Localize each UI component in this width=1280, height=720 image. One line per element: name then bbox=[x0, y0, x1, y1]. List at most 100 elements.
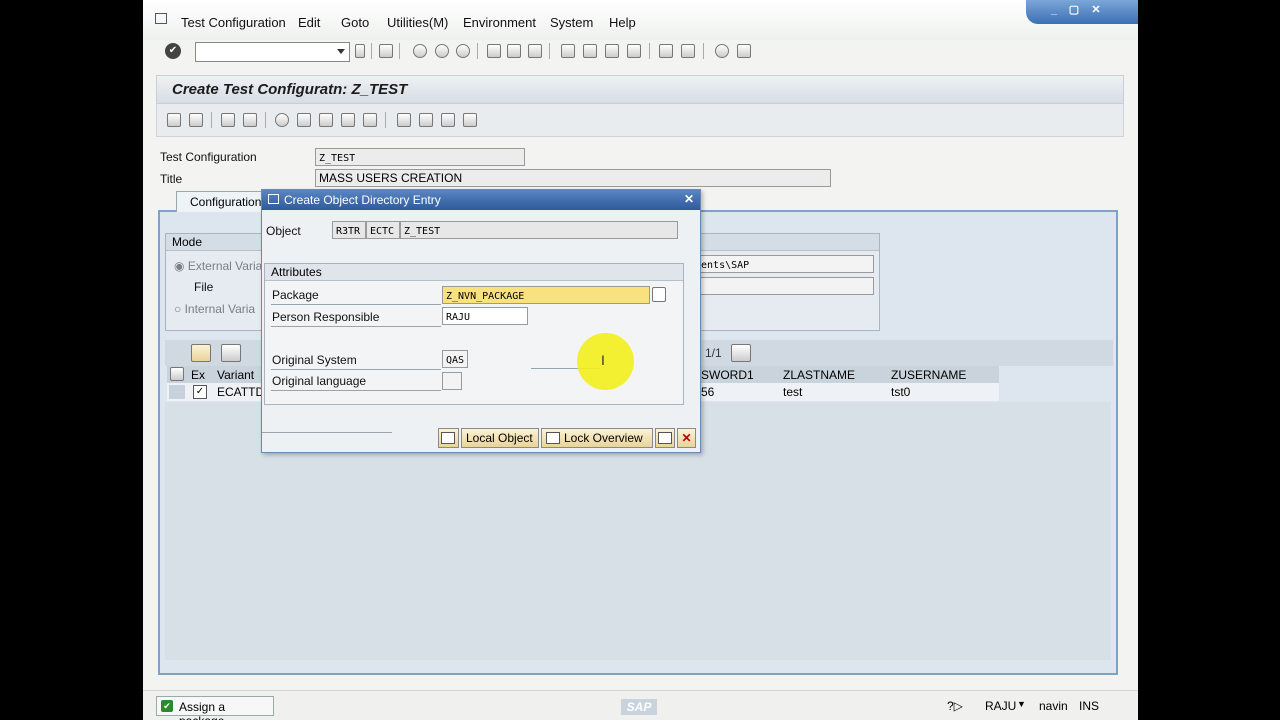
original-language-label: Original language bbox=[272, 374, 367, 388]
lock-overview-button[interactable]: Lock Overview bbox=[541, 428, 653, 448]
object-label: Object bbox=[266, 224, 301, 238]
refresh-icon[interactable] bbox=[221, 344, 241, 362]
back-arrow-icon[interactable] bbox=[355, 44, 365, 58]
switch-display-change-icon[interactable] bbox=[189, 113, 203, 127]
find-next-icon[interactable] bbox=[528, 44, 542, 58]
cell-sword1[interactable]: 56 bbox=[701, 385, 714, 399]
original-system-label: Original System bbox=[272, 353, 357, 367]
save-icon[interactable] bbox=[379, 44, 393, 58]
toolbar-separator bbox=[649, 43, 650, 59]
col-header-ex: Ex bbox=[191, 368, 206, 382]
menu-utilities[interactable]: Utilities(M) bbox=[387, 15, 448, 30]
edit-icon[interactable] bbox=[221, 113, 235, 127]
person-responsible-label: Person Responsible bbox=[272, 310, 380, 324]
previous-page-icon[interactable] bbox=[583, 44, 597, 58]
cell-zusername[interactable]: tst0 bbox=[891, 385, 910, 399]
first-page-icon[interactable] bbox=[561, 44, 575, 58]
title-field[interactable]: MASS USERS CREATION bbox=[315, 169, 831, 187]
toolbar-separator bbox=[703, 43, 704, 59]
copy-icon[interactable] bbox=[243, 113, 257, 127]
save-button[interactable] bbox=[438, 428, 459, 448]
status-message[interactable]: ✔ Assign a package bbox=[156, 696, 274, 720]
toolbar-separator bbox=[265, 112, 266, 128]
col-header-sword1: SWORD1 bbox=[701, 368, 754, 382]
menu-goto[interactable]: Goto bbox=[341, 15, 369, 30]
menu-environment[interactable]: Environment bbox=[463, 15, 536, 30]
execute-icon[interactable] bbox=[275, 113, 289, 127]
toolbar-separator bbox=[399, 43, 400, 59]
path-field-2[interactable] bbox=[691, 277, 874, 295]
system-info-icon[interactable]: ?▷ bbox=[947, 699, 963, 713]
enter-check-icon[interactable]: ✔ bbox=[165, 43, 181, 59]
col-header-variant: Variant bbox=[217, 368, 255, 382]
menu-system[interactable]: System bbox=[550, 15, 593, 30]
display-object-button[interactable] bbox=[655, 428, 675, 448]
object-name-field: Z_TEST bbox=[400, 221, 678, 239]
dropdown-arrow-icon[interactable] bbox=[337, 49, 345, 54]
object-type-field: ECTC bbox=[366, 221, 400, 239]
variant-icon[interactable] bbox=[341, 113, 355, 127]
status-dropdown-icon[interactable]: ▼ bbox=[1017, 699, 1026, 709]
minimize-icon[interactable]: _ bbox=[1046, 3, 1062, 17]
last-page-icon[interactable] bbox=[627, 44, 641, 58]
restore-icon[interactable]: ▢ bbox=[1066, 3, 1082, 17]
menu-edit[interactable]: Edit bbox=[298, 15, 320, 30]
help-icon[interactable] bbox=[715, 44, 729, 58]
menu-bar: Test Configuration Edit Goto Utilities(M… bbox=[143, 0, 1138, 40]
title-area: Create Test Configuratn: Z_TEST bbox=[156, 75, 1124, 104]
where-used-icon[interactable] bbox=[319, 113, 333, 127]
toolbar-separator bbox=[477, 43, 478, 59]
print-icon[interactable] bbox=[487, 44, 501, 58]
dialog-title-bar: Create Object Directory Entry ✕ bbox=[262, 190, 700, 210]
row-checkbox[interactable]: ✓ bbox=[193, 385, 207, 399]
next-page-arrow-icon[interactable] bbox=[731, 344, 751, 362]
create-session-icon[interactable] bbox=[659, 44, 673, 58]
layout-menu-icon[interactable] bbox=[737, 44, 751, 58]
row-selector[interactable] bbox=[169, 385, 185, 399]
underline bbox=[271, 369, 441, 370]
file-label: File bbox=[194, 280, 214, 294]
person-responsible-field[interactable]: RAJU bbox=[442, 307, 528, 325]
command-field[interactable] bbox=[195, 42, 350, 62]
path-field[interactable]: ments\SAP bbox=[691, 255, 874, 273]
external-variant-radio[interactable]: ◉ External Varia bbox=[174, 259, 262, 273]
tools-icon[interactable] bbox=[191, 344, 211, 362]
title-label: Title bbox=[160, 172, 183, 186]
package-create-icon[interactable] bbox=[652, 287, 666, 302]
exit-icon[interactable] bbox=[435, 44, 449, 58]
cancel-icon[interactable] bbox=[456, 44, 470, 58]
local-object-button[interactable]: Local Object bbox=[461, 428, 539, 448]
dialog-icon bbox=[268, 194, 279, 204]
navigate-icon[interactable] bbox=[363, 113, 377, 127]
page-counter: 1/1 bbox=[705, 346, 722, 360]
cancel-button[interactable]: ✕ bbox=[677, 428, 696, 448]
test-configuration-field[interactable]: Z_TEST bbox=[315, 148, 525, 166]
hierarchy-icon[interactable] bbox=[397, 113, 411, 127]
close-icon[interactable]: ✕ bbox=[1088, 3, 1104, 17]
next-page-icon[interactable] bbox=[605, 44, 619, 58]
page-title: Create Test Configuratn: Z_TEST bbox=[172, 81, 408, 98]
display-icon[interactable] bbox=[419, 113, 433, 127]
menu-help[interactable]: Help bbox=[609, 15, 636, 30]
shortcut-icon[interactable] bbox=[681, 44, 695, 58]
original-language-field[interactable] bbox=[442, 372, 462, 390]
menu-test-configuration[interactable]: Test Configuration bbox=[181, 15, 286, 30]
dialog-close-icon[interactable]: ✕ bbox=[684, 192, 694, 206]
select-all-icon[interactable] bbox=[170, 367, 184, 381]
create-object-directory-dialog: Create Object Directory Entry ✕ Object R… bbox=[261, 189, 701, 453]
cell-zlastname[interactable]: test bbox=[783, 385, 802, 399]
package-field[interactable]: Z_NVN_PACKAGE bbox=[442, 286, 650, 304]
system-menu-icon[interactable] bbox=[155, 13, 167, 24]
other-object-icon[interactable] bbox=[167, 113, 181, 127]
check-icon[interactable] bbox=[297, 113, 311, 127]
back-icon[interactable] bbox=[413, 44, 427, 58]
find-icon[interactable] bbox=[507, 44, 521, 58]
toolbar-separator bbox=[371, 43, 372, 59]
attributes-header: Attributes bbox=[265, 264, 683, 281]
internal-variant-radio[interactable]: ○ Internal Varia bbox=[174, 302, 255, 316]
info-icon[interactable] bbox=[441, 113, 455, 127]
success-check-icon: ✔ bbox=[161, 700, 173, 712]
save-icon bbox=[441, 432, 455, 444]
cell-variant[interactable]: ECATTD bbox=[217, 385, 264, 399]
details-icon[interactable] bbox=[463, 113, 477, 127]
